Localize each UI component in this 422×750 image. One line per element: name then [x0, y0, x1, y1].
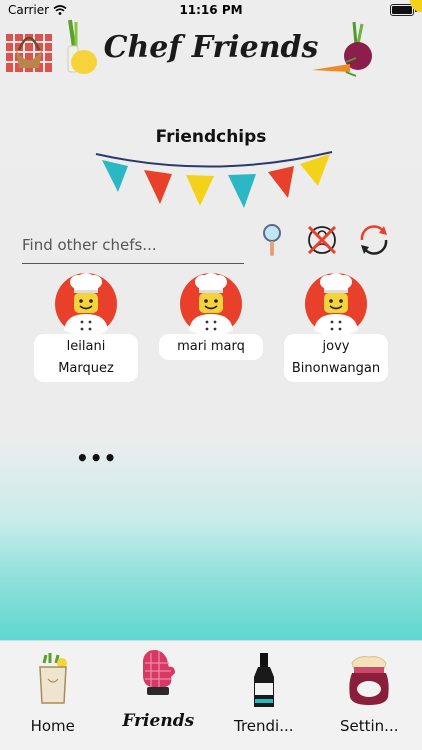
chef-name: mari marq — [159, 334, 263, 360]
chef-avatar — [305, 273, 367, 336]
eco-bag-icon — [38, 653, 67, 704]
chef-name: jovy Binonwangan — [284, 334, 388, 382]
tab-label: Trendi... — [233, 717, 294, 735]
tab-friends[interactable]: Friends — [106, 641, 212, 750]
chef-avatar — [180, 273, 242, 336]
chef-card[interactable]: mari marq — [159, 272, 263, 360]
tab-settings[interactable]: Settin... — [317, 641, 422, 750]
clock: 11:16 PM — [179, 3, 243, 17]
refresh-button[interactable] — [354, 220, 394, 260]
tab-label: Settin... — [340, 717, 399, 735]
section-title: Friendchips — [155, 127, 267, 147]
more-button[interactable]: ••• — [76, 446, 117, 470]
beet-carrot-icon — [312, 21, 372, 77]
remove-friend-button[interactable] — [302, 220, 342, 260]
sauce-bottle-icon — [253, 653, 274, 707]
bunting-decoration — [95, 151, 333, 208]
tab-label: Friends — [122, 711, 195, 731]
refresh-icon — [360, 225, 388, 255]
tab-bar: Home Friends Trendi... Settin... — [0, 640, 422, 750]
oven-mitt-icon — [143, 650, 176, 695]
jam-jar-icon — [349, 656, 389, 705]
search-button[interactable] — [252, 220, 292, 260]
search-input[interactable] — [22, 226, 244, 264]
remove-person-icon — [307, 225, 337, 255]
chef-avatar — [55, 273, 117, 336]
magnifier-icon — [263, 224, 281, 256]
chef-name: leilani Marquez — [34, 334, 138, 382]
chef-card[interactable]: leilani Marquez — [34, 272, 138, 382]
chef-card[interactable]: jovy Binonwangan — [284, 272, 388, 382]
tab-trending[interactable]: Trendi... — [211, 641, 317, 750]
tab-label: Home — [30, 717, 75, 735]
tab-home[interactable]: Home — [0, 641, 106, 750]
